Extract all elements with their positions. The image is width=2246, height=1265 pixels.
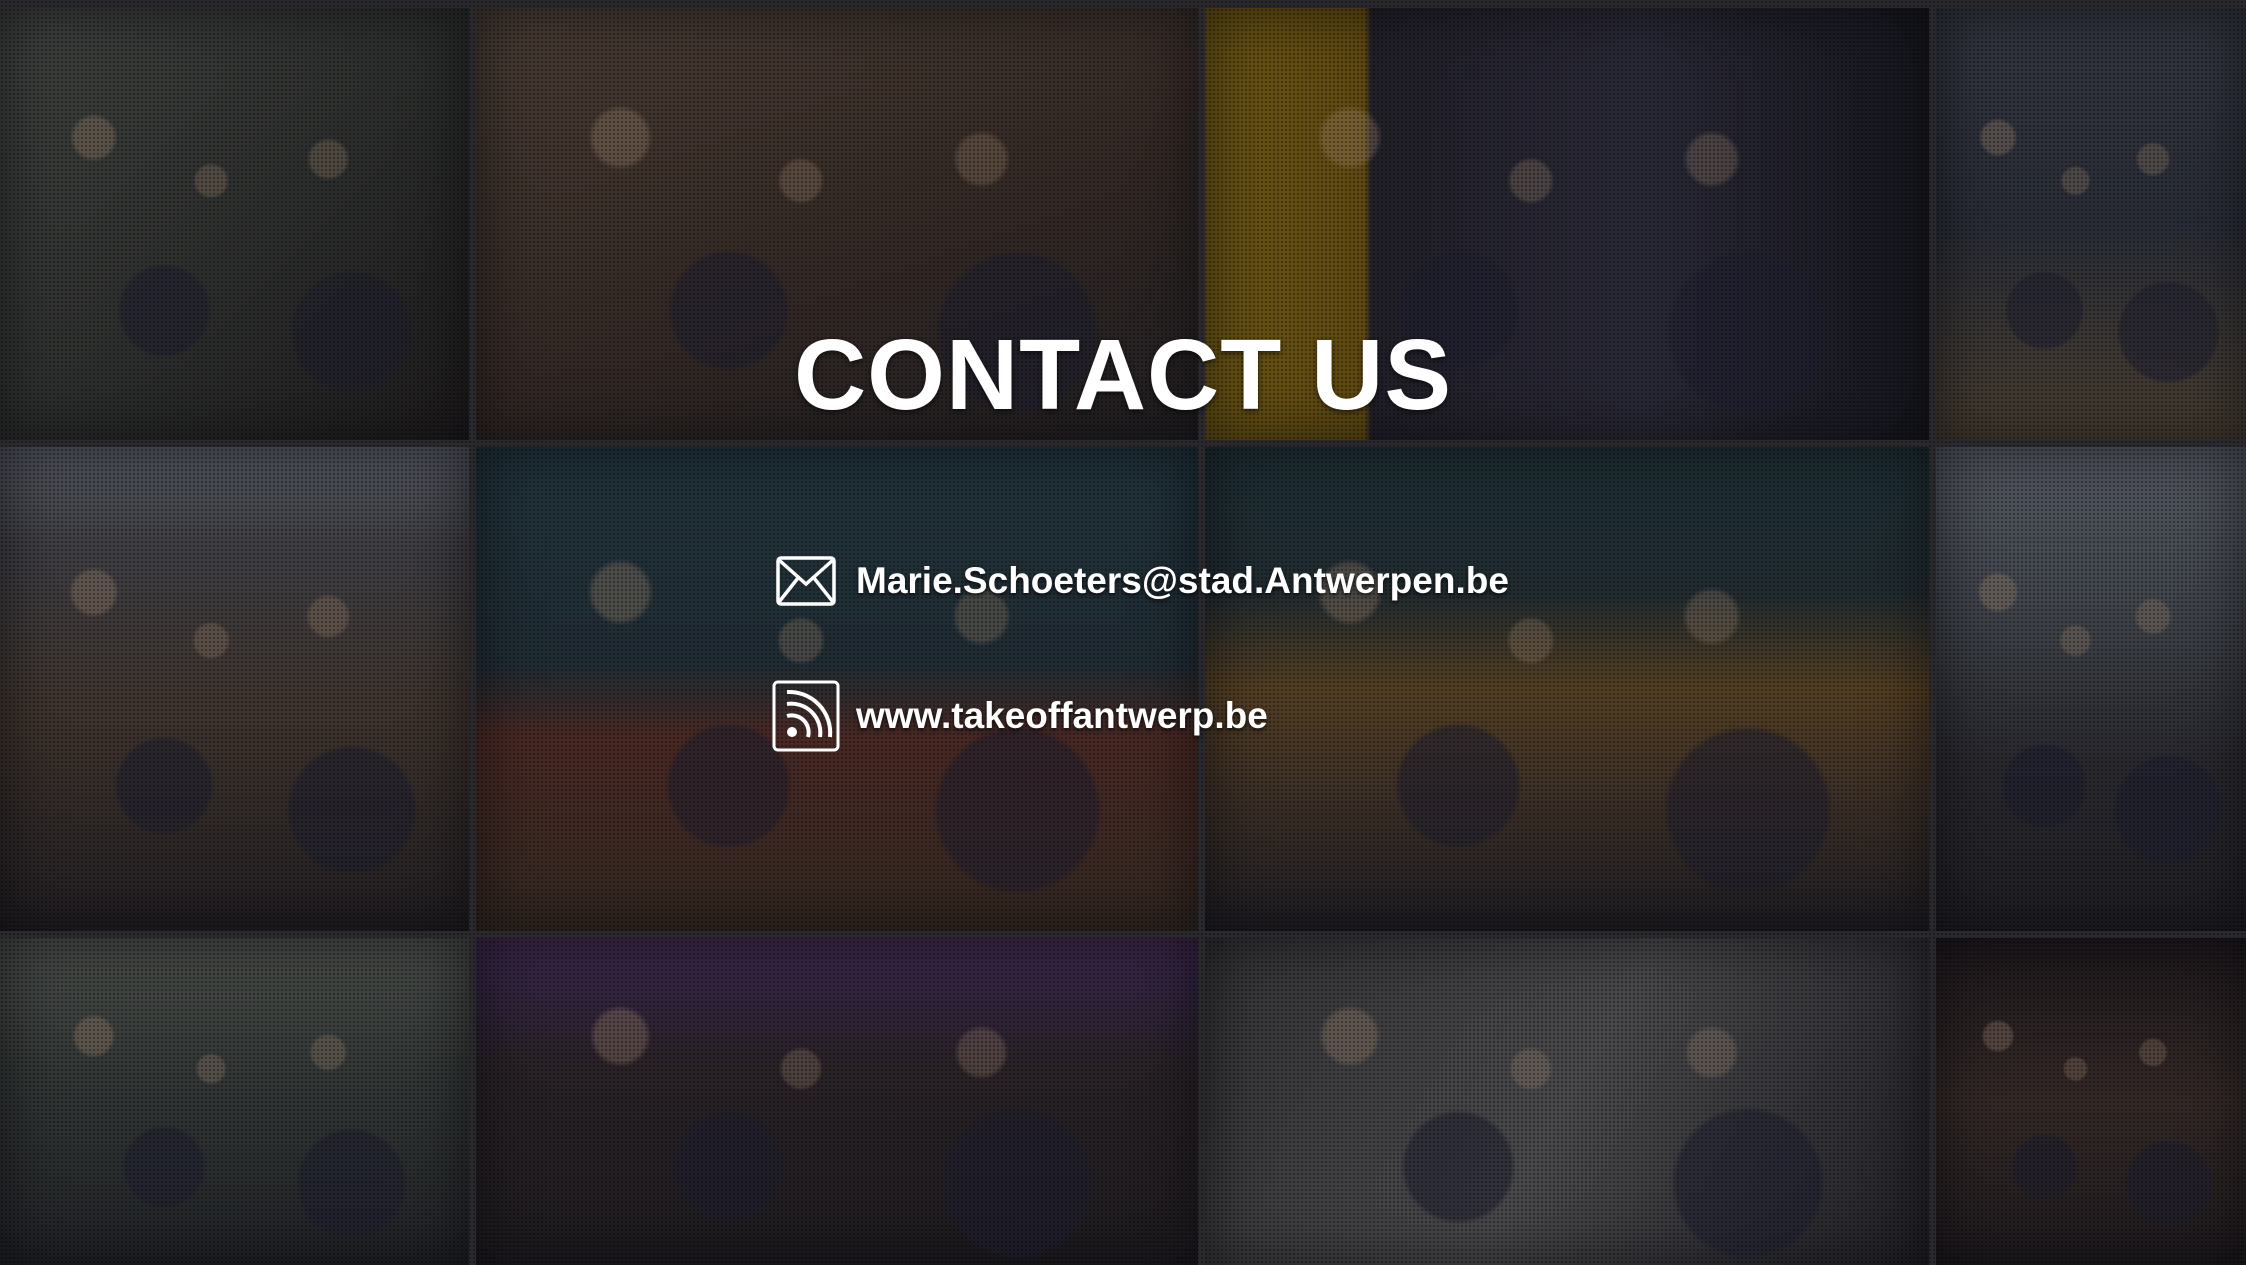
rss-feed-icon [772, 680, 840, 752]
page-title: CONTACT US [793, 319, 1453, 431]
website-link[interactable]: www.takeoffantwerp.be [856, 694, 1268, 738]
website-contact-row[interactable]: www.takeoffantwerp.be [772, 680, 1268, 752]
envelope-icon [772, 547, 840, 615]
dotted-dark-overlay [0, 0, 2246, 1265]
email-contact-row[interactable]: Marie.Schoeters@stad.Antwerpen.be [772, 545, 1509, 617]
email-link[interactable]: Marie.Schoeters@stad.Antwerpen.be [856, 559, 1509, 603]
